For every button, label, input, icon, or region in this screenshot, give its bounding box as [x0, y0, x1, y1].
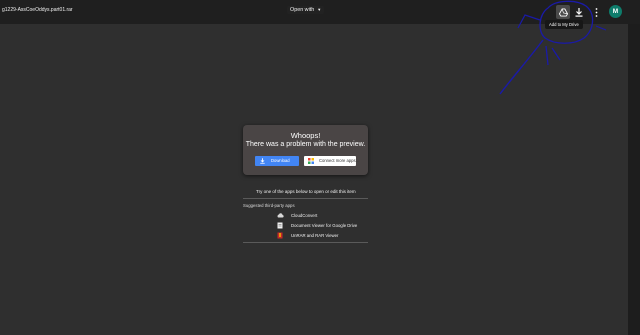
dialog-download-button[interactable]: Download: [255, 156, 299, 166]
caret-down-icon: ▼: [317, 7, 322, 13]
suggested-heading: Suggested third-party apps: [243, 203, 295, 208]
app-label: CloudConvert: [291, 213, 318, 218]
download-label: Download: [271, 158, 290, 163]
dialog-title: Whoops!: [290, 131, 321, 140]
cloud-icon: [277, 213, 284, 218]
right-edge-strip: [628, 24, 640, 335]
drive-add-icon: [558, 7, 568, 17]
document-icon: [277, 222, 283, 229]
open-with-label: Open with: [290, 7, 315, 13]
connect-label: Connect more apps...: [319, 158, 360, 163]
more-options-button[interactable]: [589, 5, 603, 19]
file-title: g1229-AssCoeOddys.part01.rar: [2, 7, 73, 13]
apps-icon: [308, 158, 314, 164]
open-with-button[interactable]: Open with ▼: [287, 6, 325, 14]
app-label: Document Viewer for Google Drive: [291, 223, 358, 228]
download-button[interactable]: [572, 5, 586, 19]
download-icon: [575, 7, 583, 17]
divider-top: [243, 198, 368, 199]
download-icon: [260, 158, 265, 164]
tooltip: Add to My Drive: [545, 20, 583, 29]
top-bar: g1229-AssCoeOddys.part01.rar Open with ▼ …: [0, 0, 640, 24]
divider-bottom: [243, 242, 368, 243]
app-label: UnRAR and RAR Viewer: [291, 233, 339, 238]
apps-prompt: Try one of the apps below to open or edi…: [256, 189, 356, 194]
add-to-drive-button[interactable]: [556, 5, 570, 19]
connect-more-apps-button[interactable]: Connect more apps...: [304, 156, 360, 166]
account-avatar[interactable]: M: [609, 5, 622, 18]
more-vert-icon: [595, 7, 597, 17]
preview-error-dialog: Whoops! There was a problem with the pre…: [243, 125, 368, 175]
archive-icon: [277, 232, 283, 239]
dialog-subtitle: There was a problem with the preview.: [245, 141, 366, 148]
